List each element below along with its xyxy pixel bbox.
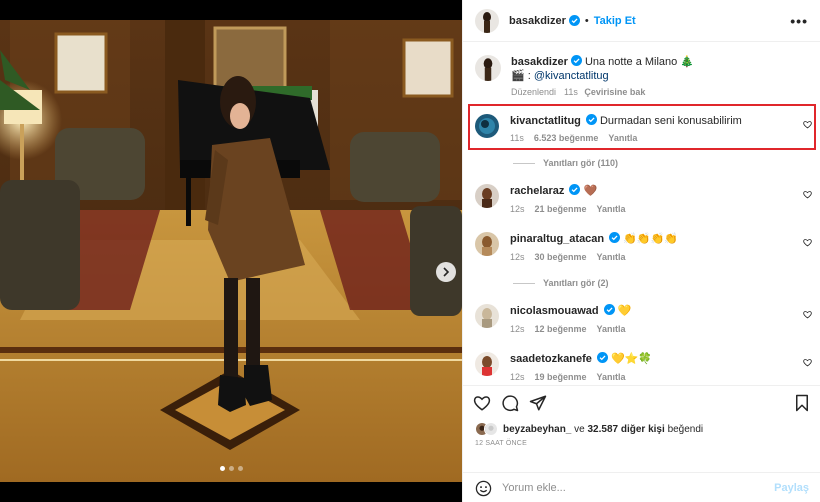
liker-username[interactable]: beyzabeyhan_ [503, 424, 571, 435]
translate-link[interactable]: Çevirisine bak [584, 87, 645, 97]
comment-text: 💛 [617, 305, 632, 317]
follow-button[interactable]: Takip Et [594, 15, 636, 27]
more-options-button[interactable]: ••• [790, 13, 808, 29]
verified-icon [569, 184, 581, 195]
heart-icon[interactable] [803, 190, 812, 199]
comment-item: kivanctatlitug Durmadan seni konusabilir… [463, 114, 820, 143]
post-footer: beyzabeyhan_ ve 32.587 diğer kişi beğend… [463, 385, 820, 496]
comment-text: 👏👏👏👏 [623, 233, 678, 245]
post-details-panel: basakdizer • Takip Et ••• basakdizer Una… [462, 0, 820, 502]
carousel-indicator [0, 466, 462, 471]
reply-button[interactable]: Yanıtla [597, 252, 626, 262]
avatar[interactable] [475, 352, 499, 376]
share-icon[interactable] [529, 394, 547, 412]
view-replies-button[interactable]: Yanıtları gör (110) [513, 158, 618, 168]
comment-item: saadetozkanefe 💛⭐🍀 12s 19 beğenme Yanıtla [463, 352, 820, 382]
comment-time: 12s [510, 372, 525, 382]
comment-username[interactable]: rachelaraz [510, 185, 564, 197]
comment-item: nicolasmouawad 💛 12s 12 beğenme Yanıtla [463, 304, 820, 334]
verified-icon [603, 304, 615, 315]
bookmark-icon[interactable] [793, 394, 811, 412]
comment-likes[interactable]: 6.523 beğenme [534, 133, 599, 143]
comment-likes[interactable]: 30 beğenme [535, 252, 587, 262]
avatar [484, 422, 498, 436]
action-bar [463, 386, 820, 420]
comment-item: rachelaraz 🤎 12s 21 beğenme Yanıtla [463, 184, 820, 214]
hotel-lobby-photo [0, 20, 462, 482]
comment-username[interactable]: nicolasmouawad [510, 305, 599, 317]
avatar[interactable] [475, 304, 499, 328]
likes-connector: ve [574, 423, 585, 435]
comment-text: Durmadan seni konusabilirim [599, 115, 742, 127]
likes-summary: beyzabeyhan_ ve 32.587 diğer kişi beğend… [463, 420, 820, 438]
verified-icon [568, 15, 580, 26]
carousel-dot [228, 466, 234, 471]
heart-icon[interactable] [803, 120, 812, 129]
comment-input[interactable] [502, 482, 775, 494]
caption-meta: Düzenlendi 11s Çevirisine bak [511, 87, 694, 97]
post-photo[interactable] [0, 20, 462, 482]
comment-username[interactable]: kivanctatlitug [510, 115, 581, 127]
view-replies-button[interactable]: Yanıtları gör (2) [513, 278, 609, 288]
carousel-dot [219, 466, 225, 471]
replies-divider [513, 162, 535, 164]
app-window: basakdizer • Takip Et ••• basakdizer Una… [0, 0, 820, 502]
heart-icon[interactable] [473, 394, 491, 412]
add-comment-bar: Paylaş [463, 472, 820, 502]
verified-icon [570, 55, 582, 66]
comment-time: 12s [510, 204, 525, 214]
avatar[interactable] [475, 232, 499, 256]
comment-item: pinaraltug_atacan 👏👏👏👏 12s 30 beğenme Yanı… [463, 232, 820, 262]
comment-text: 🤎 [583, 185, 598, 197]
edited-label: Düzenlendi [511, 87, 557, 97]
comment-username[interactable]: saadetozkanefe [510, 353, 592, 365]
post-author-username[interactable]: basakdizer [509, 15, 566, 27]
verified-icon [585, 114, 597, 125]
caption-username[interactable]: basakdizer [511, 56, 568, 68]
caption-mention-link[interactable]: @kivanctatlitug [534, 70, 609, 82]
likes-suffix: beğendi [667, 423, 704, 435]
emoji-icon[interactable] [475, 480, 492, 497]
verified-icon [609, 232, 621, 243]
caption: basakdizer Una notte a Milano 🎄 🎬 : @kiv… [463, 43, 820, 97]
avatar[interactable] [475, 114, 499, 138]
reply-button[interactable]: Yanıtla [597, 204, 626, 214]
comments-list[interactable]: basakdizer Una notte a Milano 🎄 🎬 : @kiv… [463, 43, 820, 385]
caption-text: Una notte a Milano 🎄 [584, 56, 695, 68]
chevron-right-icon [443, 267, 450, 277]
avatar[interactable] [475, 55, 501, 81]
separator-dot: • [584, 14, 589, 27]
post-timestamp[interactable]: 12 SAAT ÖNCE [463, 438, 820, 447]
caption-time: 11s [564, 87, 578, 97]
reply-button[interactable]: Yanıtla [608, 133, 637, 143]
post-comment-button[interactable]: Paylaş [774, 482, 809, 494]
post-header: basakdizer • Takip Et ••• [463, 0, 820, 42]
replies-divider [513, 282, 535, 284]
comment-likes[interactable]: 12 beğenme [535, 324, 587, 334]
view-replies-label: Yanıtları gör (2) [543, 278, 609, 288]
comment-icon[interactable] [501, 394, 519, 412]
next-slide-button[interactable] [436, 262, 456, 282]
comment-likes[interactable]: 21 beğenme [535, 204, 587, 214]
comment-time: 12s [510, 324, 525, 334]
comment-time: 11s [510, 133, 524, 143]
caption-credit-prefix: 🎬 : [511, 70, 531, 82]
heart-icon[interactable] [803, 358, 812, 367]
likes-count-link[interactable]: 32.587 diğer kişi [588, 424, 665, 435]
heart-icon[interactable] [803, 310, 812, 319]
comment-time: 12s [510, 252, 525, 262]
comment-username[interactable]: pinaraltug_atacan [510, 233, 604, 245]
verified-icon [596, 352, 608, 363]
avatar[interactable] [475, 8, 499, 33]
reply-button[interactable]: Yanıtla [597, 372, 626, 382]
view-replies-label: Yanıtları gör (110) [543, 158, 619, 168]
carousel-dot [237, 466, 243, 471]
comment-likes[interactable]: 19 beğenme [535, 372, 587, 382]
comment-text: 💛⭐🍀 [611, 353, 653, 365]
avatar[interactable] [475, 184, 499, 208]
heart-icon[interactable] [803, 238, 812, 247]
reply-button[interactable]: Yanıtla [597, 324, 626, 334]
